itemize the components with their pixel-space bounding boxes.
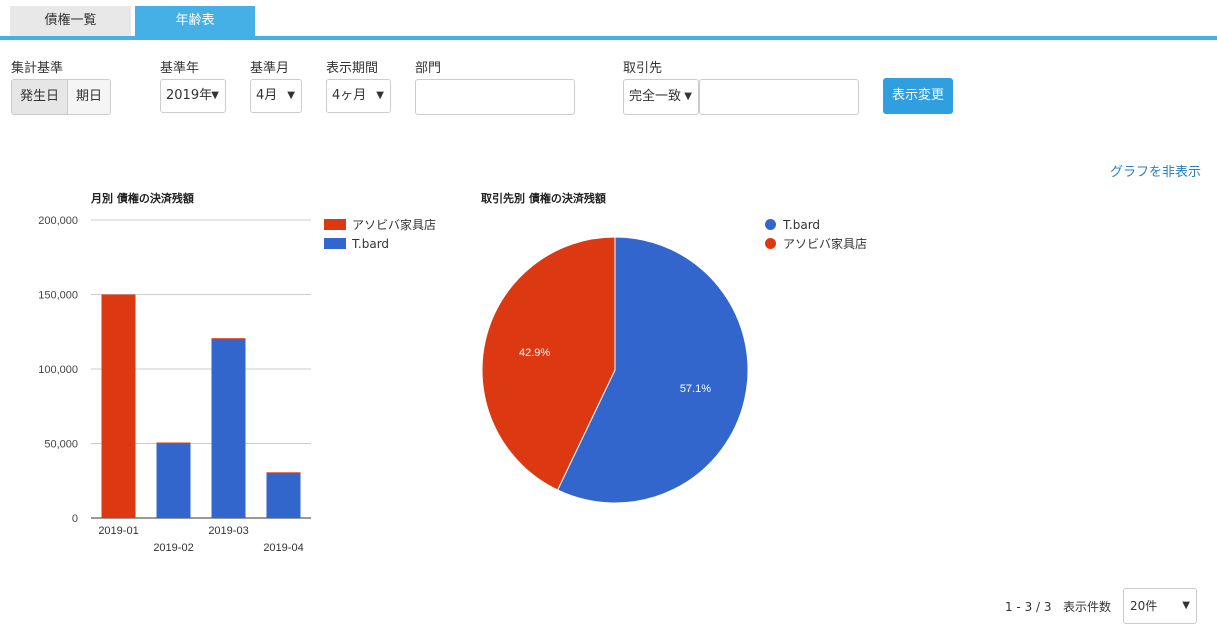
- x-tick-label: 2019-02: [153, 542, 193, 554]
- department-input[interactable]: [415, 79, 575, 115]
- chevron-down-icon: ▼: [287, 90, 295, 101]
- apply-filter-button[interactable]: 表示変更: [883, 78, 953, 114]
- legend-label: アソビバ家具店: [352, 218, 437, 232]
- aggregation-label: 集計基準: [11, 61, 64, 76]
- legend-label: アソビバ家具店: [783, 237, 868, 251]
- year-select[interactable]: 2019年 ▼: [160, 79, 226, 113]
- legend-item: T.bard: [324, 234, 436, 253]
- pie-slice-label: 42.9%: [519, 347, 550, 359]
- y-tick-label: 50,000: [44, 439, 78, 451]
- y-tick-label: 200,000: [38, 215, 78, 227]
- chevron-down-icon: ▼: [1182, 600, 1190, 611]
- tab-aging-table[interactable]: 年齢表: [135, 6, 255, 36]
- x-tick-label: 2019-04: [263, 542, 303, 554]
- tab-bar: 債権一覧 年齢表: [0, 0, 1217, 41]
- tab-underline: [0, 36, 1217, 40]
- aggregation-option-issue-date[interactable]: 発生日: [12, 80, 69, 114]
- bar: [101, 294, 136, 518]
- bar-cap: [211, 338, 246, 340]
- legend-swatch: [324, 219, 346, 230]
- tab-receivables-list[interactable]: 債権一覧: [10, 6, 131, 36]
- x-tick-label: 2019-01: [98, 525, 138, 537]
- bar: [266, 473, 301, 518]
- pie-slice-label: 57.1%: [680, 383, 711, 395]
- pagination: 1 - 3 / 3 表示件数 20件 ▼: [877, 588, 1197, 624]
- partner-label: 取引先: [623, 61, 663, 76]
- legend-item: アソビバ家具店: [324, 215, 436, 234]
- x-tick-label: 2019-03: [208, 525, 248, 537]
- y-tick-label: 0: [72, 513, 78, 525]
- bar-cap: [266, 472, 301, 474]
- range-text: 1 - 3 / 3: [1004, 600, 1052, 614]
- legend-swatch: [765, 238, 776, 249]
- period-label: 表示期間: [326, 61, 379, 76]
- month-select[interactable]: 4月 ▼: [250, 79, 302, 113]
- pie-chart-legend: T.bard アソビバ家具店: [765, 215, 867, 253]
- department-label: 部門: [415, 61, 442, 76]
- period-value: 4ヶ月: [332, 88, 367, 103]
- aggregation-option-due-date[interactable]: 期日: [68, 80, 111, 114]
- pie-chart: 57.1% 42.9%: [481, 236, 749, 504]
- partner-match-value: 完全一致: [629, 89, 682, 104]
- bar-chart-legend: アソビバ家具店 T.bard: [324, 215, 436, 253]
- aggregation-toggle: 発生日 期日: [11, 79, 112, 115]
- hide-graph-link[interactable]: グラフを非表示: [1110, 161, 1201, 180]
- chevron-down-icon: ▼: [684, 91, 692, 102]
- pagination-summary: 1 - 3 / 3 表示件数: [1005, 598, 1111, 615]
- month-label: 基準月: [250, 61, 290, 76]
- bar-chart-title: 月別 債権の決済残額: [91, 192, 194, 205]
- per-page-select[interactable]: 20件 ▼: [1123, 588, 1197, 624]
- pie-chart-title: 取引先別 債権の決済残額: [481, 192, 606, 205]
- y-tick-label: 150,000: [38, 290, 78, 302]
- partner-input[interactable]: [699, 79, 859, 115]
- month-value: 4月: [256, 88, 278, 103]
- chevron-down-icon: ▼: [376, 90, 384, 101]
- period-select[interactable]: 4ヶ月 ▼: [326, 79, 391, 113]
- legend-label: T.bard: [352, 236, 390, 251]
- legend-item: アソビバ家具店: [765, 234, 867, 253]
- bar: [211, 339, 246, 518]
- legend-item: T.bard: [765, 215, 867, 234]
- per-page-label: 表示件数: [1062, 600, 1111, 614]
- year-label: 基準年: [160, 61, 200, 76]
- legend-label: T.bard: [783, 217, 821, 232]
- bar-chart: 200,000 150,000 100,000 50,000 0 2019-01 2019-…: [38, 215, 311, 554]
- bar: [156, 443, 191, 518]
- partner-match-select[interactable]: 完全一致 ▼: [623, 79, 699, 115]
- year-value: 2019年: [166, 88, 213, 103]
- bar-cap: [156, 442, 191, 444]
- per-page-value: 20件: [1130, 599, 1158, 613]
- legend-swatch: [324, 238, 346, 249]
- legend-swatch: [765, 219, 776, 230]
- y-tick-label: 100,000: [38, 364, 78, 376]
- chevron-down-icon: ▼: [211, 90, 219, 101]
